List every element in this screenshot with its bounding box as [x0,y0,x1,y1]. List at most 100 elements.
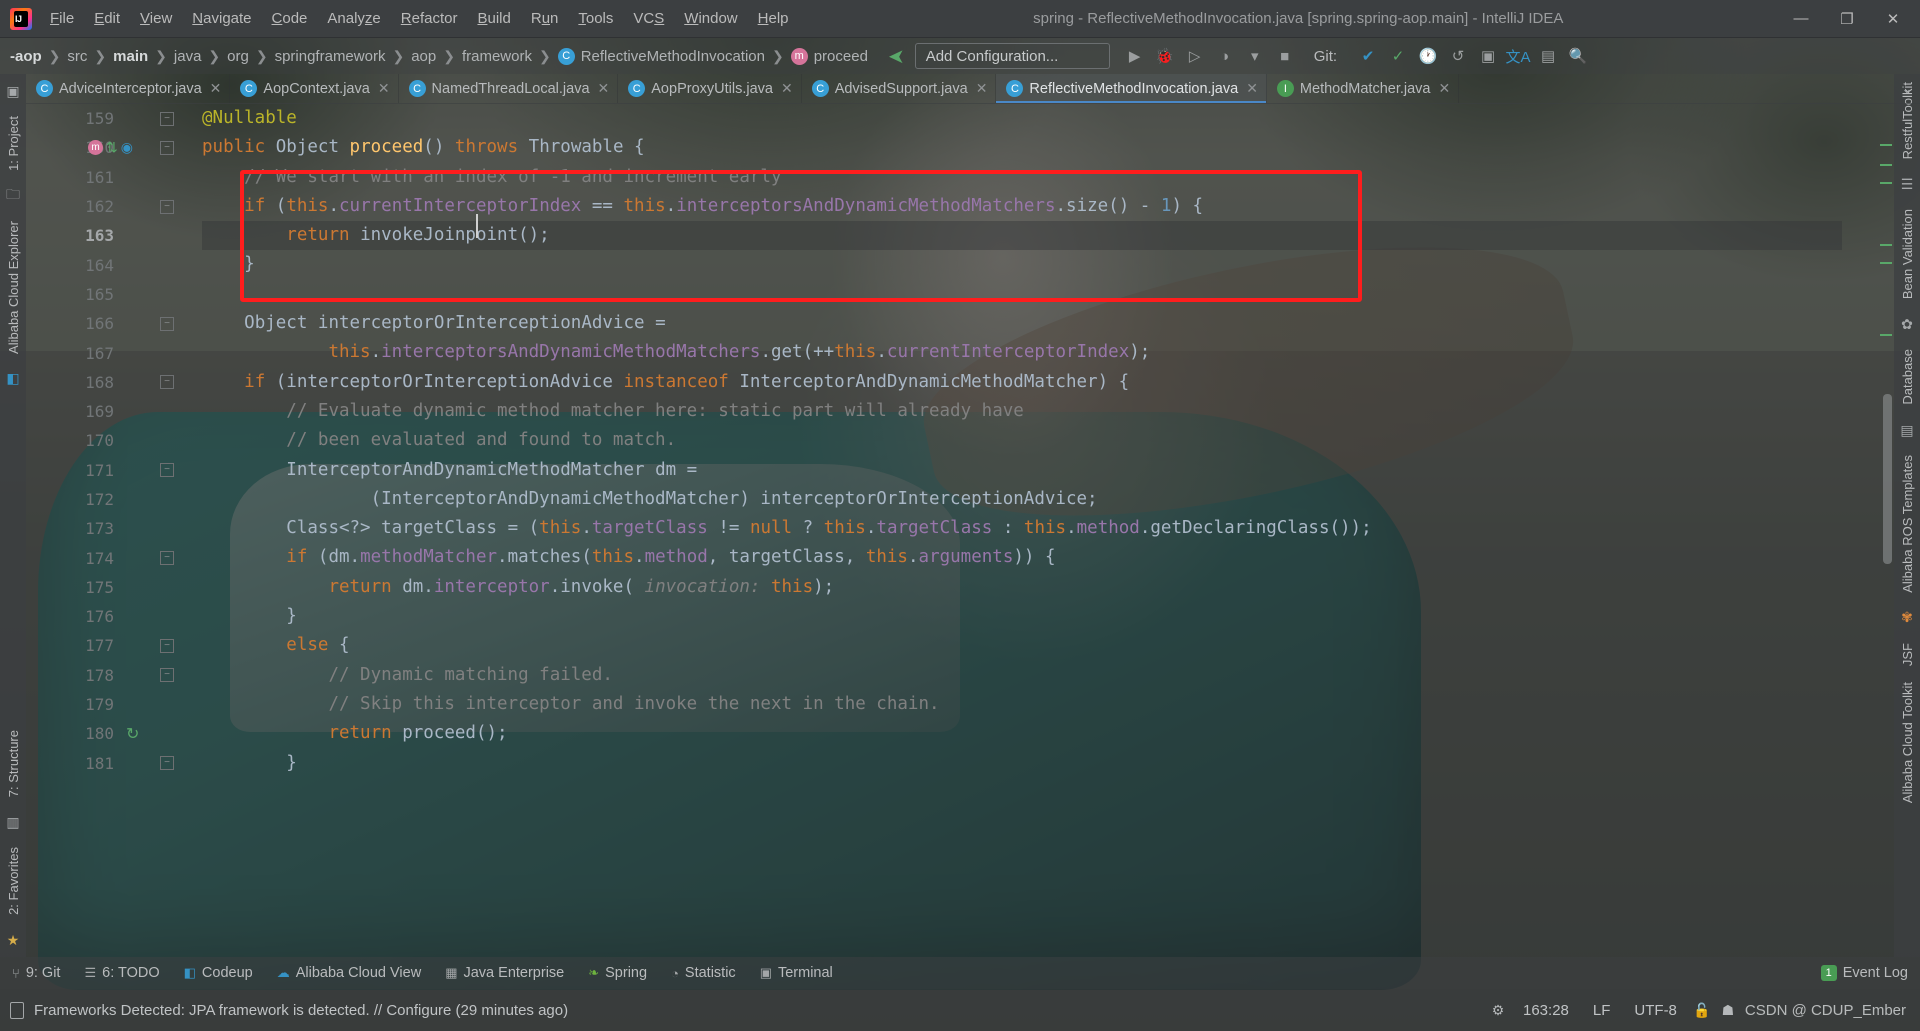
git-rollback-icon[interactable]: ↺ [1443,42,1473,70]
run-button[interactable]: ▶ [1120,42,1150,70]
minimize-button[interactable]: — [1778,1,1824,37]
bottom-tool-codeup[interactable]: ◧ Codeup [172,957,265,989]
cloud-toolkit-icon[interactable]: ◧ [4,370,22,388]
close-icon[interactable]: ✕ [781,80,793,97]
stop-button[interactable]: ■ [1270,42,1300,70]
profile-dropdown-icon[interactable]: ▾ [1240,42,1270,70]
recompile-icon[interactable]: ↻ [126,724,139,744]
bean-validation-icon[interactable]: ✿ [1898,315,1916,333]
menu-item-window[interactable]: Window [674,7,747,30]
sidebar-item-database[interactable]: Database [1896,341,1919,413]
menu-item-view[interactable]: View [130,7,182,30]
run-method-icon[interactable]: ◉ [121,139,133,156]
breadcrumb-item-org[interactable]: org [221,46,255,67]
breadcrumb-item-framework[interactable]: framework [456,46,538,67]
lock-icon[interactable]: 🔓 [1689,999,1715,1021]
sidebar-item-alibaba-cloud-toolkit[interactable]: Alibaba Cloud Toolkit [1896,674,1919,811]
maximize-button[interactable]: ❐ [1824,1,1870,37]
profile-button[interactable]: ◑ [1210,42,1240,70]
menu-item-edit[interactable]: Edit [84,7,130,30]
menu-item-help[interactable]: Help [748,7,799,30]
git-history-icon[interactable]: 🕐 [1413,42,1443,70]
breadcrumb-item-class[interactable]: C ReflectiveMethodInvocation [552,46,771,67]
bottom-tool-todo[interactable]: ☰ 6: TODO [72,957,171,989]
tab-list-dropdown-icon[interactable]: ⌄ [1894,74,1920,103]
sidebar-item-bean-validation[interactable]: Bean Validation [1896,201,1919,307]
code-fold-icon[interactable]: − [160,140,174,155]
sidebar-item-jsf[interactable]: JSF [1896,635,1919,674]
code-fold-icon[interactable]: − [160,551,174,566]
override-method-icon[interactable]: m [88,140,103,156]
breadcrumb-item-java[interactable]: java [168,46,208,67]
close-icon[interactable]: ✕ [1246,80,1258,97]
bottom-tool-java-enterprise[interactable]: ▦ Java Enterprise [433,957,576,989]
menu-item-build[interactable]: Build [467,7,520,30]
editor-tab-advisedsupport[interactable]: C AdvisedSupport.java ✕ [802,74,997,103]
debug-button[interactable]: 🐞 [1150,42,1180,70]
code-fold-icon[interactable]: − [160,463,174,478]
close-icon[interactable]: ✕ [378,80,390,97]
breadcrumb-item-main[interactable]: main [107,46,154,67]
code-fold-icon[interactable]: − [160,638,174,653]
close-icon[interactable]: ✕ [976,80,988,97]
close-button[interactable]: ✕ [1870,1,1916,37]
structure-icon[interactable]: ▤ [1533,42,1563,70]
menu-item-tools[interactable]: Tools [568,7,623,30]
bottom-tool-statistic[interactable]: ◔ Statistic [659,957,748,989]
breadcrumb-item-method[interactable]: m proceed [785,46,874,67]
breadcrumb-item-springframework[interactable]: springframework [269,46,392,67]
ros-templates-icon[interactable]: ✾ [1898,609,1916,627]
menu-item-run[interactable]: Run [521,7,569,30]
implementing-method-icon[interactable]: ⇅ [106,139,118,156]
editor-tab-namedthreadlocal[interactable]: C NamedThreadLocal.java ✕ [399,74,619,103]
editor-tab-aopproxyutils[interactable]: C AopProxyUtils.java ✕ [618,74,802,103]
run-with-coverage-button[interactable]: ▷ [1180,42,1210,70]
sidebar-item-alibaba-ros-templates[interactable]: Alibaba ROS Templates [1896,447,1919,601]
structure-window-icon[interactable]: ▥ [4,813,22,831]
code-fold-icon[interactable]: − [160,111,174,126]
editor-tab-reflectivemethodinvocation[interactable]: C ReflectiveMethodInvocation.java ✕ [996,74,1267,103]
sidebar-item-alibaba-cloud-explorer[interactable]: Alibaba Cloud Explorer [2,213,25,362]
file-encoding[interactable]: UTF-8 [1622,1002,1689,1019]
editor-code-area[interactable]: @Nullable public Object proceed() throws … [202,104,1842,779]
close-icon[interactable]: ✕ [598,80,610,97]
code-fold-icon[interactable]: − [160,199,174,214]
code-fold-icon[interactable]: − [160,316,174,331]
translate-icon[interactable]: 文A [1503,42,1533,70]
bottom-tool-git[interactable]: ⑂ 9: Git [0,957,72,989]
editor-tab-adviceinterceptor[interactable]: C AdviceInterceptor.java ✕ [26,74,231,103]
restful-toolkit-icon[interactable]: ☰ [1898,175,1916,193]
sidebar-item-favorites[interactable]: 2: Favorites [2,839,25,923]
code-fold-icon[interactable]: − [160,756,174,771]
menu-item-refactor[interactable]: Refactor [391,7,468,30]
editor-tab-aopcontext[interactable]: C AopContext.java ✕ [230,74,399,103]
sidebar-item-structure[interactable]: 7: Structure [2,722,25,805]
menu-item-file[interactable]: File [40,7,84,30]
line-separator[interactable]: LF [1581,1002,1623,1019]
code-fold-icon[interactable]: − [160,668,174,683]
sidebar-item-project[interactable]: 1: Project [2,108,25,179]
folder-icon[interactable]: 🗀 [4,186,22,205]
run-anything-icon[interactable]: ▣ [1473,42,1503,70]
inspection-profile-icon[interactable]: ☗ [1715,999,1741,1021]
editor-scrollbar-thumb[interactable] [1883,394,1892,564]
bottom-tool-event-log[interactable]: 1 Event Log [1809,957,1920,989]
close-icon[interactable]: ✕ [1439,80,1451,97]
search-icon[interactable]: 🔍 [1563,42,1593,70]
favorites-star-icon[interactable]: ★ [4,931,22,949]
breadcrumb-item-aop[interactable]: -aop [4,46,48,67]
code-fold-icon[interactable]: − [160,375,174,390]
database-icon[interactable]: ▤ [1898,421,1916,439]
menu-item-analyze[interactable]: Analyze [317,7,390,30]
run-configuration-selector[interactable]: Add Configuration... [914,43,1110,69]
memory-gear-icon[interactable]: ⚙ [1485,999,1511,1021]
menu-item-code[interactable]: Code [262,7,318,30]
git-update-project-icon[interactable]: ✔ [1353,42,1383,70]
close-icon[interactable]: ✕ [210,80,222,97]
bottom-tool-alibaba-cloud-view[interactable]: ☁ Alibaba Cloud View [265,957,433,989]
git-commit-icon[interactable]: ✓ [1383,42,1413,70]
bottom-tool-terminal[interactable]: ▣ Terminal [748,957,845,989]
breadcrumb-item-src[interactable]: src [61,46,93,67]
breadcrumb-item-aop-pkg[interactable]: aop [405,46,442,67]
editor-marker-track[interactable] [1878,104,1894,779]
